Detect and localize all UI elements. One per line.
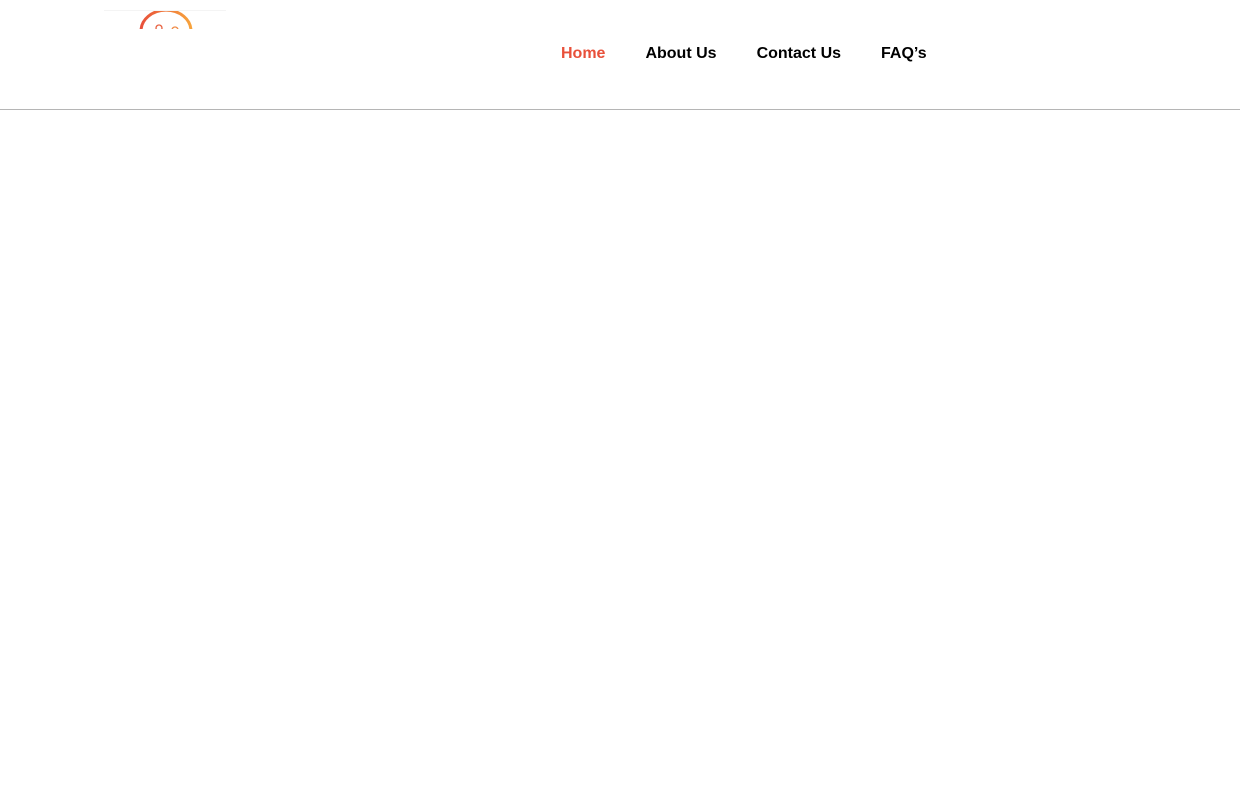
sun-arc-logo-icon xyxy=(139,11,193,29)
nav-item-faqs[interactable]: FAQ’s xyxy=(881,44,927,64)
nav-item-home[interactable]: Home xyxy=(561,44,605,64)
main-nav: Home About Us Contact Us FAQ’s xyxy=(561,44,927,64)
site-header: Home About Us Contact Us FAQ’s xyxy=(0,0,1240,110)
page-content xyxy=(0,110,1240,799)
nav-item-contact-us[interactable]: Contact Us xyxy=(757,44,841,64)
nav-item-about-us[interactable]: About Us xyxy=(645,44,716,64)
site-logo-link[interactable] xyxy=(104,10,226,29)
